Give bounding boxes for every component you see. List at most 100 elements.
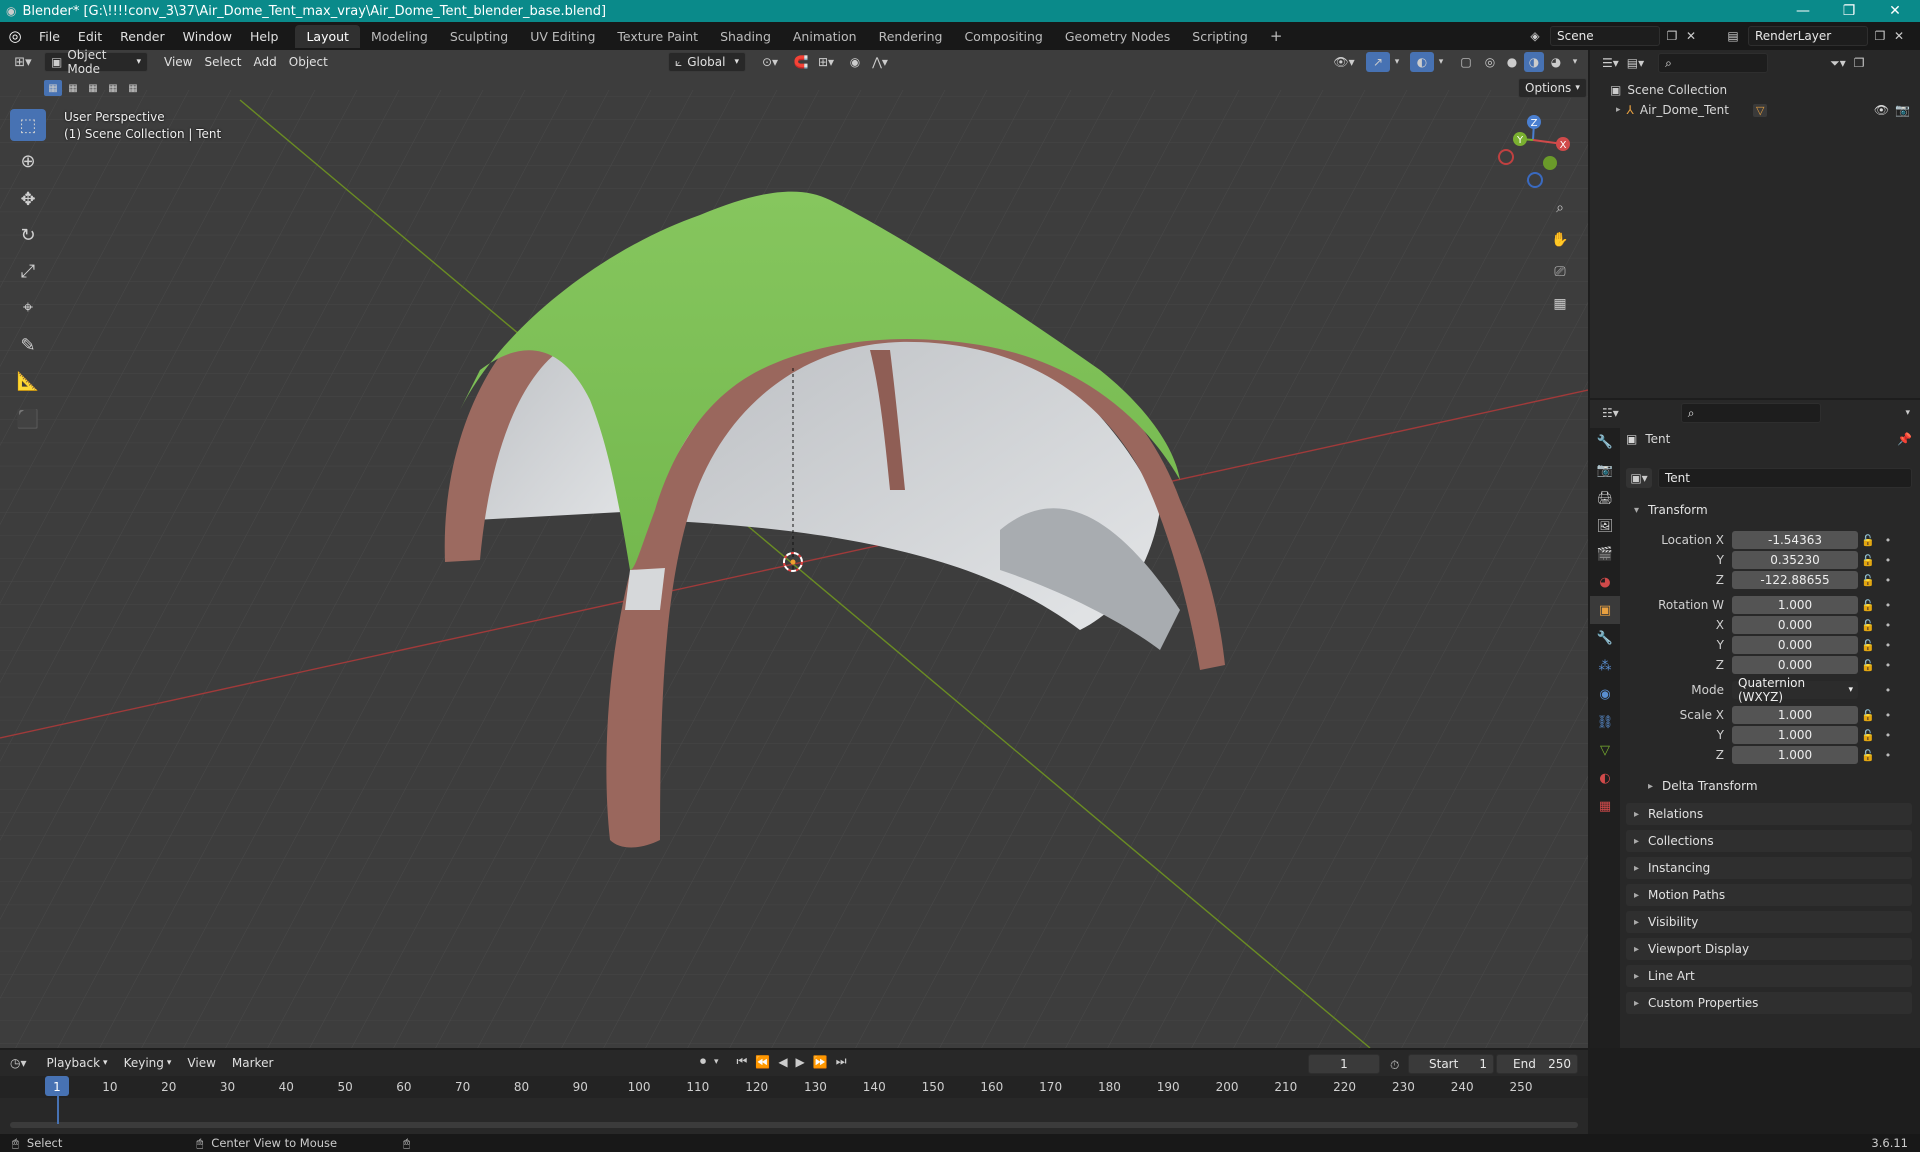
custom-properties-panel[interactable]: ▸ Custom Properties — [1626, 992, 1912, 1014]
outliner-row-object[interactable]: ▸ ⅄ Air_Dome_Tent ▽ 👁 📷 — [1590, 100, 1920, 120]
menu-view[interactable]: View — [158, 52, 198, 72]
menu-file[interactable]: File — [30, 29, 69, 44]
instancing-panel[interactable]: ▸ Instancing — [1626, 857, 1912, 879]
cursor-tool-icon[interactable]: ⊕ — [10, 145, 46, 177]
transform-panel-header[interactable]: ▾ Transform — [1626, 499, 1912, 521]
transform-orientation-dropdown[interactable]: ⟀ Global ▾ — [668, 52, 746, 72]
keyframe-dot-icon[interactable]: • — [1878, 749, 1898, 762]
world-tab-icon[interactable]: ◕ — [1590, 568, 1620, 596]
tab-shading[interactable]: Shading — [709, 25, 782, 48]
delta-transform-subpanel[interactable]: ▸ Delta Transform — [1640, 775, 1912, 797]
lock-icon[interactable]: 🔓 — [1858, 554, 1878, 567]
tab-sculpting[interactable]: Sculpting — [439, 25, 519, 48]
tab-animation[interactable]: Animation — [782, 25, 868, 48]
keyframe-dot-icon[interactable]: • — [1878, 639, 1898, 652]
select-box-tool-icon[interactable]: ⬚ — [10, 109, 46, 141]
outliner-editor-icon[interactable]: ☰▾ — [1602, 56, 1619, 70]
rotation-x-field[interactable]: 0.000 — [1732, 616, 1858, 634]
tool-settings-tab-icon[interactable]: 🔧 — [1590, 428, 1620, 456]
data-tab-icon[interactable]: ▽ — [1590, 736, 1620, 764]
keyframe-dot-icon[interactable]: • — [1878, 684, 1898, 697]
options-dropdown[interactable]: Options ▾ — [1518, 78, 1587, 98]
tab-scripting[interactable]: Scripting — [1181, 25, 1259, 48]
scale-y-field[interactable]: 1.000 — [1732, 726, 1858, 744]
menu-render[interactable]: Render — [111, 29, 174, 44]
zoom-icon[interactable]: ⌕ — [1548, 196, 1572, 220]
select-invert-icon[interactable]: ▦ — [104, 80, 122, 96]
rotation-y-field[interactable]: 0.000 — [1732, 636, 1858, 654]
lock-icon[interactable]: 🔓 — [1858, 574, 1878, 587]
collections-panel[interactable]: ▸ Collections — [1626, 830, 1912, 852]
material-tab-icon[interactable]: ◐ — [1590, 764, 1620, 792]
visibility-eye-icon[interactable]: 👁 — [1874, 103, 1889, 117]
transform-tool-icon[interactable]: ⌖ — [10, 291, 46, 323]
properties-search-input[interactable]: ⌕ — [1680, 403, 1821, 423]
menu-select[interactable]: Select — [198, 52, 247, 72]
tab-geometry-nodes[interactable]: Geometry Nodes — [1054, 25, 1181, 48]
object-name-input[interactable]: Tent — [1658, 468, 1912, 488]
keyframe-dot-icon[interactable]: • — [1878, 709, 1898, 722]
chevron-down-icon[interactable]: ▾ — [1390, 57, 1404, 67]
new-view-layer-icon[interactable]: ❐ — [1872, 29, 1888, 43]
select-intersect-icon[interactable]: ▦ — [124, 80, 142, 96]
falloff-icon[interactable]: ⋀▾ — [866, 55, 894, 69]
jump-start-icon[interactable]: ⏮ — [737, 1054, 748, 1069]
keyframe-dot-icon[interactable]: • — [1878, 534, 1898, 547]
view-layer-field[interactable]: RenderLayer — [1748, 26, 1868, 46]
new-collection-icon[interactable]: ❐ — [1854, 56, 1865, 70]
minimize-button[interactable]: — — [1780, 0, 1826, 22]
proportional-edit-icon[interactable]: ◉ — [846, 55, 864, 69]
play-icon[interactable]: ▶ — [796, 1055, 805, 1069]
scale-z-field[interactable]: 1.000 — [1732, 746, 1858, 764]
overlays-toggle-icon[interactable]: ◐ — [1410, 52, 1434, 72]
lock-icon[interactable]: 🔓 — [1858, 639, 1878, 652]
close-button[interactable]: ✕ — [1872, 0, 1918, 22]
view-layer-icon[interactable]: ▤ — [1722, 29, 1744, 43]
move-tool-icon[interactable]: ✥ — [10, 183, 46, 215]
menu-help[interactable]: Help — [241, 29, 288, 44]
view-layer-tab-icon[interactable]: 🖼 — [1590, 512, 1620, 540]
visibility-panel[interactable]: ▸ Visibility — [1626, 911, 1912, 933]
next-keyframe-icon[interactable]: ⏩ — [813, 1055, 828, 1069]
play-reverse-icon[interactable]: ◀ — [778, 1055, 787, 1069]
location-x-field[interactable]: -1.54363 — [1732, 531, 1858, 549]
particles-tab-icon[interactable]: ⁂ — [1590, 652, 1620, 680]
tab-compositing[interactable]: Compositing — [953, 25, 1053, 48]
location-y-field[interactable]: 0.35230 — [1732, 551, 1858, 569]
start-frame-field[interactable]: Start 1 — [1408, 1054, 1494, 1074]
viewport-scene[interactable]: Z X Y — [0, 50, 1588, 1048]
chevron-down-icon[interactable]: ▾ — [1568, 52, 1582, 72]
measure-tool-icon[interactable]: 📐 — [10, 365, 46, 397]
select-subtract-icon[interactable]: ▦ — [84, 80, 102, 96]
add-workspace-button[interactable]: + — [1259, 23, 1294, 49]
jump-end-icon[interactable]: ⏭ — [836, 1054, 847, 1069]
record-icon[interactable]: ⏺ — [700, 1054, 706, 1069]
rotation-mode-dropdown[interactable]: Quaternion (WXYZ) ▾ — [1732, 676, 1858, 704]
menu-object[interactable]: Object — [283, 52, 334, 72]
lock-icon[interactable]: 🔓 — [1858, 619, 1878, 632]
chevron-down-icon[interactable]: ▾ — [1434, 57, 1448, 67]
outliner-row-scene-collection[interactable]: ▣ Scene Collection — [1590, 80, 1920, 100]
prev-keyframe-icon[interactable]: ⏪ — [755, 1055, 770, 1069]
pivot-point-icon[interactable]: ⊙▾ — [756, 55, 784, 69]
wireframe-shading-icon[interactable]: ◎ — [1480, 52, 1500, 72]
timeline-editor-icon[interactable]: ◷▾ — [10, 1056, 27, 1070]
tab-texture-paint[interactable]: Texture Paint — [606, 25, 709, 48]
lock-icon[interactable]: 🔓 — [1858, 534, 1878, 547]
3d-viewport[interactable]: Z X Y User Perspective (1) Scene Collect… — [0, 50, 1588, 1048]
lock-icon[interactable]: 🔓 — [1858, 659, 1878, 672]
lock-icon[interactable]: 🔓 — [1858, 599, 1878, 612]
lock-icon[interactable]: 🔓 — [1858, 729, 1878, 742]
chevron-down-icon[interactable]: ▾ — [1905, 408, 1910, 418]
delete-scene-icon[interactable]: ✕ — [1684, 29, 1698, 43]
select-new-icon[interactable]: ▦ — [44, 80, 62, 96]
relations-panel[interactable]: ▸ Relations — [1626, 803, 1912, 825]
select-extend-icon[interactable]: ▦ — [64, 80, 82, 96]
blender-menu-icon[interactable]: ◎ — [0, 27, 30, 45]
keyframe-dot-icon[interactable]: • — [1878, 729, 1898, 742]
pan-hand-icon[interactable]: ✋ — [1548, 228, 1572, 252]
texture-tab-icon[interactable]: ▦ — [1590, 792, 1620, 820]
snap-target-icon[interactable]: ⊞▾ — [812, 55, 840, 69]
stopwatch-icon[interactable]: ⏱ — [1390, 1058, 1399, 1073]
current-frame-field[interactable]: 1 — [1308, 1054, 1380, 1074]
